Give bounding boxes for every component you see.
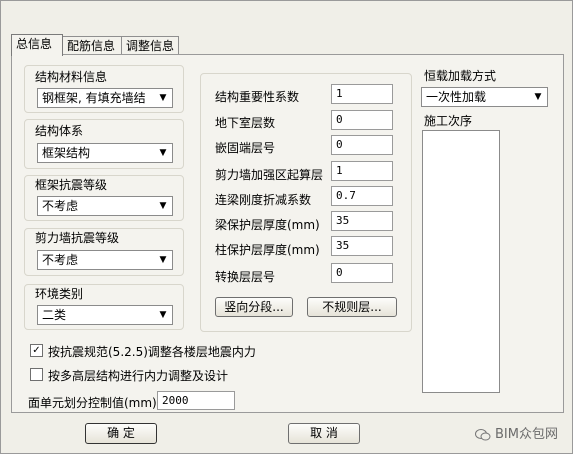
group-parameters: 结构重要性系数 1 地下室层数 0 嵌固端层号 0 剪力墙加强区起算层 1 连梁…: [200, 73, 412, 332]
param-label: 结构重要性系数: [215, 90, 300, 104]
importance-factor-input[interactable]: 1: [331, 84, 393, 104]
material-select[interactable]: 钢框架, 有填充墙结 ▼: [37, 88, 173, 108]
highrise-design-checkbox[interactable]: [30, 368, 43, 381]
wall-seismic-select[interactable]: 不考虑 ▼: [37, 250, 173, 270]
group-frame-seismic: 框架抗震等级 不考虑 ▼: [24, 175, 184, 221]
environment-select[interactable]: 二类 ▼: [37, 305, 173, 325]
coupling-beam-factor-input[interactable]: 0.7: [331, 186, 393, 206]
system-select[interactable]: 框架结构 ▼: [37, 143, 173, 163]
watermark: BIM众包网: [475, 423, 558, 442]
group-wall-seismic: 剪力墙抗震等级 不考虑 ▼: [24, 228, 184, 276]
tab-panel-general: 结构材料信息 钢框架, 有填充墙结 ▼ 结构体系 框架结构 ▼ 框架抗震等级 不…: [11, 54, 564, 413]
construction-sequence-label: 施工次序: [424, 114, 473, 128]
embedded-floor-input[interactable]: 0: [331, 135, 393, 155]
param-label: 柱保护层厚度(mm): [215, 243, 320, 257]
vertical-segment-button[interactable]: 竖向分段...: [215, 297, 293, 317]
seismic-adjust-checkbox[interactable]: ✓: [30, 344, 43, 357]
group-material: 结构材料信息 钢框架, 有填充墙结 ▼: [24, 65, 184, 113]
dialog-window: 总信息 配筋信息 调整信息 结构材料信息 钢框架, 有填充墙结 ▼ 结构体系 框…: [0, 0, 573, 454]
cancel-button[interactable]: 取 消: [288, 423, 360, 444]
mesh-size-label: 面单元划分控制值(mm): [28, 396, 157, 410]
load-method-select[interactable]: 一次性加载 ▼: [421, 87, 548, 107]
watermark-text: BIM众包网: [495, 427, 558, 442]
load-method-value: 一次性加载: [426, 90, 487, 104]
param-label: 地下室层数: [215, 116, 276, 130]
construction-sequence-list[interactable]: [422, 130, 500, 393]
load-method-label: 恒载加载方式: [424, 69, 497, 83]
group-environment: 环境类别 二类 ▼: [24, 284, 184, 330]
frame-seismic-label: 框架抗震等级: [35, 178, 108, 192]
param-label: 嵌固端层号: [215, 141, 276, 155]
chevron-down-icon: ▼: [159, 310, 167, 320]
material-label: 结构材料信息: [35, 70, 108, 84]
column-cover-input[interactable]: 35: [331, 236, 393, 256]
tab-general[interactable]: 总信息: [11, 34, 63, 56]
chevron-down-icon: ▼: [159, 93, 167, 103]
chevron-down-icon: ▼: [159, 201, 167, 211]
tab-adjustment[interactable]: 调整信息: [121, 36, 179, 54]
system-label: 结构体系: [35, 124, 84, 138]
basement-count-input[interactable]: 0: [331, 110, 393, 130]
chevron-down-icon: ▼: [159, 148, 167, 158]
param-label: 转换层层号: [215, 270, 276, 284]
wall-strengthen-start-input[interactable]: 1: [331, 161, 393, 181]
material-value: 钢框架, 有填充墙结: [42, 91, 146, 105]
seismic-adjust-label: 按抗震规范(5.2.5)调整各楼层地震内力: [48, 345, 256, 359]
wall-seismic-label: 剪力墙抗震等级: [35, 231, 120, 245]
param-label: 梁保护层厚度(mm): [215, 218, 320, 232]
system-value: 框架结构: [42, 146, 91, 160]
param-label: 剪力墙加强区起算层: [215, 168, 324, 182]
environment-label: 环境类别: [35, 287, 84, 301]
mesh-size-input[interactable]: 2000: [157, 391, 235, 410]
tab-reinforcement[interactable]: 配筋信息: [62, 36, 122, 54]
frame-seismic-value: 不考虑: [42, 199, 79, 213]
ok-button[interactable]: 确 定: [85, 423, 157, 444]
transfer-floor-input[interactable]: 0: [331, 263, 393, 283]
param-label: 连梁刚度折减系数: [215, 193, 312, 207]
chevron-down-icon: ▼: [534, 92, 542, 102]
environment-value: 二类: [42, 308, 67, 322]
frame-seismic-select[interactable]: 不考虑 ▼: [37, 196, 173, 216]
chevron-down-icon: ▼: [159, 255, 167, 265]
group-system: 结构体系 框架结构 ▼: [24, 119, 184, 169]
beam-cover-input[interactable]: 35: [331, 211, 393, 231]
irregular-floor-button[interactable]: 不规则层...: [307, 297, 397, 317]
wechat-icon: [475, 428, 491, 440]
highrise-design-label: 按多高层结构进行内力调整及设计: [48, 369, 229, 383]
wall-seismic-value: 不考虑: [42, 253, 79, 267]
